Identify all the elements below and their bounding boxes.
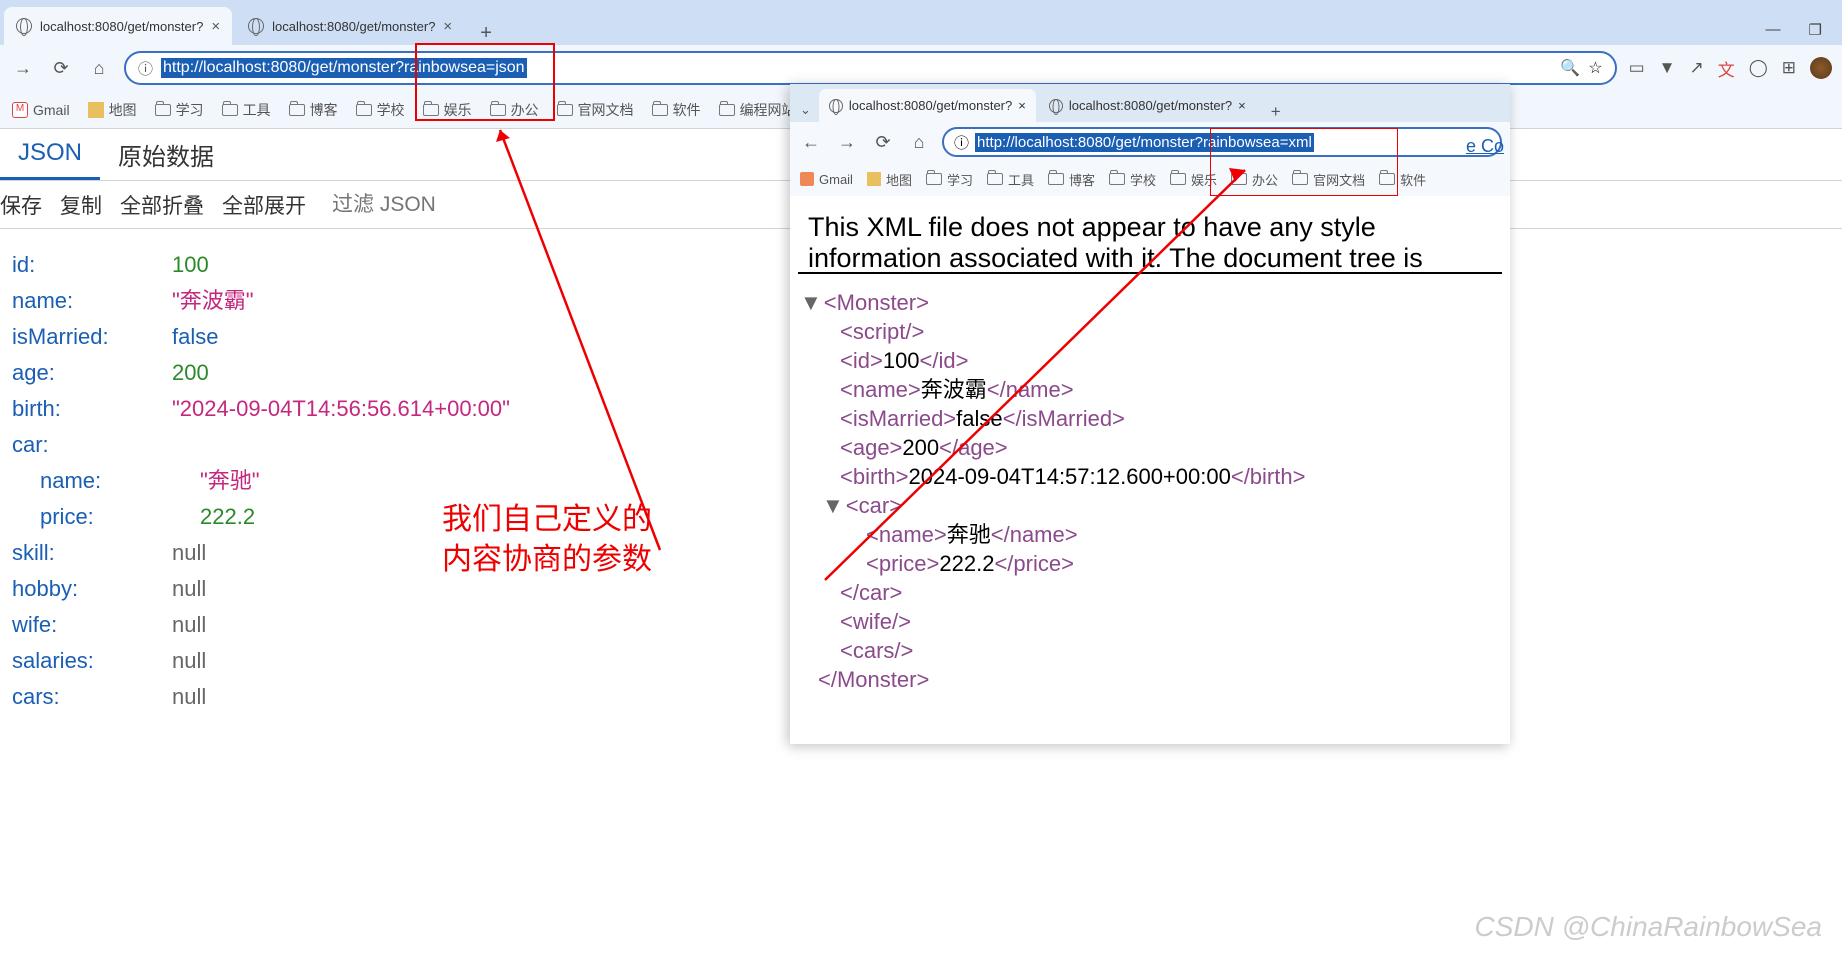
copy-button[interactable]: 复制 — [60, 190, 102, 220]
minimize-icon[interactable]: — — [1766, 21, 1781, 39]
globe-icon — [1049, 99, 1063, 113]
bookmarks-bar-2: Gmail 地图 学习 工具 博客 学校 娱乐 办公 官网文档 软件 — [790, 162, 1510, 196]
ring-icon[interactable]: ◯ — [1749, 58, 1768, 78]
bookmark-star-icon[interactable]: ☆ — [1588, 58, 1602, 78]
tab-json[interactable]: JSON — [0, 129, 100, 180]
browser-tab-2[interactable]: localhost:8080/get/monster? × — [236, 7, 464, 45]
home-button[interactable]: ⌂ — [906, 129, 932, 155]
bookmark-blog[interactable]: 博客 — [289, 100, 338, 120]
expand-all-button[interactable]: 全部展开 — [222, 190, 306, 220]
tab-dropdown-icon[interactable]: ⌄ — [794, 102, 819, 122]
copy-icon[interactable]: ▭ — [1629, 58, 1645, 78]
info-icon[interactable]: ⓘ — [954, 132, 969, 153]
bookmark-school[interactable]: 学校 — [1109, 170, 1156, 189]
forward-button[interactable]: → — [10, 55, 36, 81]
bookmark-study[interactable]: 学习 — [155, 100, 204, 120]
tab-title: localhost:8080/get/monster? — [40, 19, 203, 34]
close-icon[interactable]: × — [443, 18, 452, 35]
globe-icon — [248, 18, 264, 34]
xml-header-text: This XML file does not appear to have an… — [798, 196, 1502, 274]
second-browser-window: ⌄ localhost:8080/get/monster? × localhos… — [790, 84, 1510, 744]
translate-icon[interactable]: 文 — [1718, 56, 1735, 81]
forward-button[interactable]: → — [834, 129, 860, 155]
new-tab-button[interactable]: + — [468, 22, 504, 45]
bookmark-map[interactable]: 地图 — [88, 100, 137, 120]
home-button[interactable]: ⌂ — [86, 55, 112, 81]
watermark: CSDN @ChinaRainbowSea — [1475, 911, 1822, 943]
bookmark-docs[interactable]: 官网文档 — [557, 100, 634, 120]
bookmark-ent[interactable]: 娱乐 — [1170, 170, 1217, 189]
bookmark-map[interactable]: 地图 — [867, 170, 912, 189]
bookmark-ent[interactable]: 娱乐 — [423, 100, 472, 120]
back-button[interactable]: ← — [798, 129, 824, 155]
maximize-icon[interactable]: ❐ — [1809, 21, 1822, 39]
xml-tree: ▼<Monster> <script/> <id>100</id> <name>… — [790, 274, 1510, 708]
reload-button[interactable]: ⟳ — [48, 55, 74, 81]
tab-raw[interactable]: 原始数据 — [100, 129, 232, 180]
puzzle-icon[interactable]: ⊞ — [1782, 58, 1796, 78]
bookmark-sw[interactable]: 软件 — [652, 100, 701, 120]
collapse-all-button[interactable]: 全部折叠 — [120, 190, 204, 220]
globe-icon — [16, 18, 32, 34]
close-icon[interactable]: × — [1238, 98, 1246, 113]
new-tab-button[interactable]: + — [1259, 102, 1293, 122]
filter-input[interactable] — [324, 193, 603, 217]
avatar[interactable] — [1810, 57, 1832, 79]
url-input-2[interactable]: ⓘ http://localhost:8080/get/monster?rain… — [942, 127, 1502, 157]
close-icon[interactable]: × — [1018, 98, 1026, 113]
globe-icon — [829, 99, 843, 113]
window-titlebar: localhost:8080/get/monster? × localhost:… — [0, 0, 1842, 45]
zoom-icon[interactable]: 🔍 — [1560, 58, 1580, 78]
bookmark-blog[interactable]: 博客 — [1048, 170, 1095, 189]
bookmark-docs[interactable]: 官网文档 — [1292, 170, 1365, 189]
browser2-tab-2[interactable]: localhost:8080/get/monster? × — [1039, 89, 1256, 122]
bookmark-office[interactable]: 办公 — [490, 100, 539, 120]
bookmark-tools[interactable]: 工具 — [222, 100, 271, 120]
url-input[interactable]: ⓘ http://localhost:8080/get/monster?rain… — [124, 51, 1617, 85]
annotation-text: 我们自己定义的 内容协商的参数 — [442, 500, 652, 580]
download-icon[interactable]: ▼ — [1659, 58, 1676, 78]
bookmark-gmail[interactable]: Gmail — [800, 172, 853, 187]
save-button[interactable]: 保存 — [0, 190, 42, 220]
tab-title: localhost:8080/get/monster? — [272, 19, 435, 34]
close-icon[interactable]: × — [211, 18, 220, 35]
bookmark-gmail[interactable]: MGmail — [12, 102, 70, 118]
bookmark-tools[interactable]: 工具 — [987, 170, 1034, 189]
bookmark-study[interactable]: 学习 — [926, 170, 973, 189]
url-text-selected: http://localhost:8080/get/monster?rainbo… — [161, 58, 527, 78]
browser2-tab-1[interactable]: localhost:8080/get/monster? × — [819, 89, 1036, 122]
tab-title: localhost:8080/get/monster? — [1069, 98, 1232, 113]
bookmark-prog[interactable]: 编程网站 — [719, 100, 796, 120]
eco-link[interactable]: e Co — [1466, 136, 1504, 157]
bookmark-sw[interactable]: 软件 — [1379, 170, 1426, 189]
info-icon[interactable]: ⓘ — [138, 58, 153, 79]
bookmark-school[interactable]: 学校 — [356, 100, 405, 120]
reload-button[interactable]: ⟳ — [870, 129, 896, 155]
bookmark-office[interactable]: 办公 — [1231, 170, 1278, 189]
browser-tab-1[interactable]: localhost:8080/get/monster? × — [4, 7, 232, 45]
external-icon[interactable]: ↗ — [1689, 58, 1703, 78]
tab-title: localhost:8080/get/monster? — [849, 98, 1012, 113]
